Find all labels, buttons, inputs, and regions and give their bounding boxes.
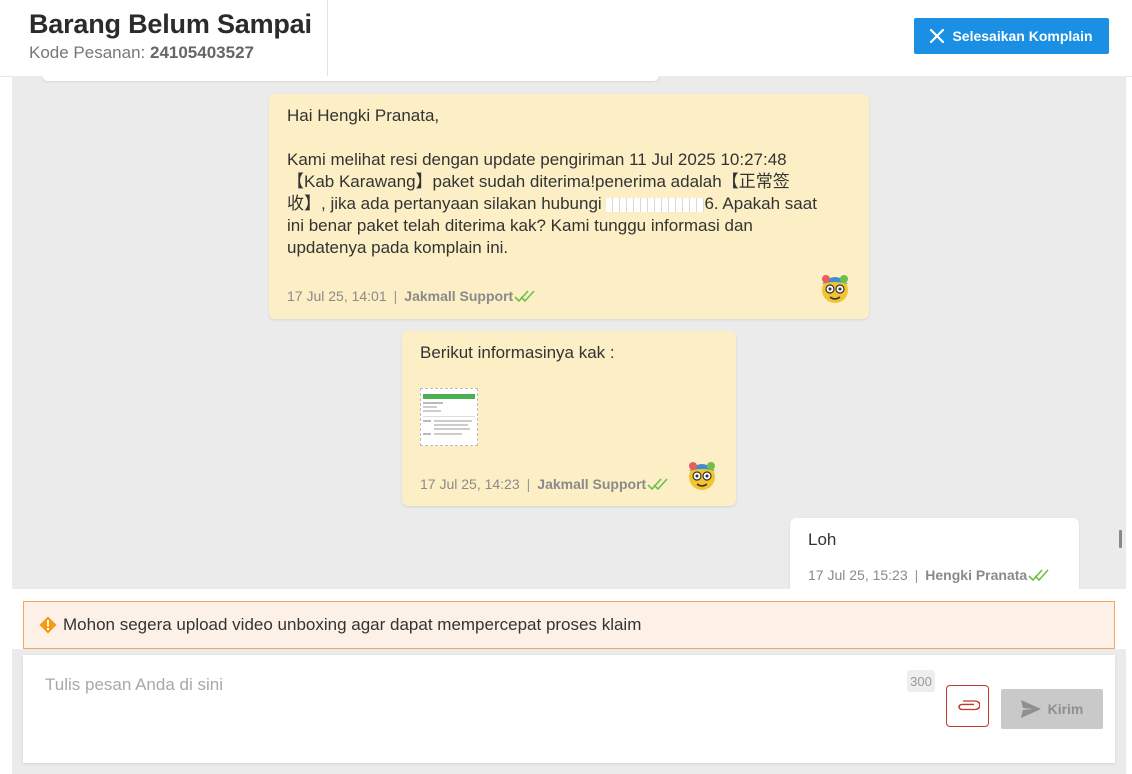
- message-line: ini benar paket telah diterima kak? Kami…: [287, 216, 753, 235]
- page-title: Barang Belum Sampai: [29, 9, 312, 39]
- message-author: Jakmall Support: [537, 476, 647, 492]
- message-text: Berikut informasinya kak :: [420, 343, 615, 362]
- paperclip-icon: [957, 700, 980, 711]
- message-author: Hengki Pranata: [925, 567, 1028, 583]
- read-check-icon: [1028, 569, 1049, 582]
- message-bubble-user: Loh 17 Jul 25, 15:23 | Hengki Pranata: [790, 518, 1079, 589]
- read-check-icon: [647, 478, 668, 491]
- message-line: 6. Apakah saat: [704, 194, 817, 213]
- message-line: 收】, jika ada pertanyaan silakan hubungi: [287, 194, 607, 213]
- message-meta: 17 Jul 25, 14:01 | Jakmall Support: [287, 288, 536, 304]
- message-author: Jakmall Support: [404, 288, 514, 304]
- support-avatar-icon: [689, 462, 715, 490]
- order-code-label: Kode Pesanan:: [29, 43, 150, 62]
- send-button[interactable]: Kirim: [1001, 689, 1103, 729]
- send-icon: [1020, 700, 1041, 718]
- message-composer: 300 Kirim: [23, 655, 1115, 763]
- message-line: Hai Hengki Pranata,: [287, 106, 440, 125]
- message-line: updatenya pada komplain ini.: [287, 238, 509, 257]
- char-limit-counter: 300: [907, 670, 935, 692]
- message-line: 【Kab Karawang】paket sudah diterima!pener…: [287, 172, 790, 191]
- message-timestamp: 17 Jul 25, 15:23: [808, 567, 908, 583]
- attachment-thumbnail[interactable]: [420, 388, 478, 446]
- order-code: Kode Pesanan: 24105403527: [29, 43, 254, 63]
- title-block: Barang Belum Sampai Kode Pesanan: 241054…: [0, 0, 328, 76]
- meta-separator: |: [393, 288, 398, 304]
- meta-separator: |: [526, 476, 531, 492]
- message-bubble-support: Hai Hengki Pranata, Kami melihat resi de…: [269, 94, 869, 319]
- support-avatar-icon: [822, 275, 848, 303]
- close-icon: [930, 29, 945, 43]
- read-check-icon: [514, 290, 535, 303]
- attach-file-button[interactable]: [946, 685, 989, 727]
- message-bubble-support: Berikut informasinya kak : 17 Jul 25, 14…: [402, 331, 736, 506]
- warning-text: Mohon segera upload video unboxing agar …: [63, 615, 642, 634]
- document-preview-icon: [423, 394, 475, 435]
- meta-separator: |: [914, 567, 919, 583]
- header: Barang Belum Sampai Kode Pesanan: 241054…: [0, 0, 1132, 77]
- order-number: 24105403527: [149, 43, 254, 62]
- close-complaint-button[interactable]: Selesaikan Komplain: [914, 18, 1109, 54]
- previous-message-bubble: [42, 76, 659, 81]
- warning-banner: Mohon segera upload video unboxing agar …: [23, 601, 1115, 649]
- message-text: Loh: [808, 530, 837, 549]
- message-line: Kami melihat resi dengan update pengirim…: [287, 150, 787, 169]
- redacted-phone: [606, 197, 705, 212]
- message-input[interactable]: [43, 669, 907, 761]
- send-label: Kirim: [1047, 701, 1084, 717]
- chat-area[interactable]: Hai Hengki Pranata, Kami melihat resi de…: [12, 76, 1126, 589]
- close-complaint-label: Selesaikan Komplain: [952, 28, 1093, 44]
- warning-diamond-icon: [39, 616, 57, 634]
- message-text: Hai Hengki Pranata, Kami melihat resi de…: [287, 105, 857, 259]
- message-timestamp: 17 Jul 25, 14:23: [420, 476, 520, 492]
- chat-scrollbar-handle[interactable]: [1119, 530, 1122, 548]
- message-meta: 17 Jul 25, 14:23 | Jakmall Support: [420, 476, 669, 492]
- message-timestamp: 17 Jul 25, 14:01: [287, 288, 387, 304]
- message-meta: 17 Jul 25, 15:23 | Hengki Pranata: [808, 567, 1050, 583]
